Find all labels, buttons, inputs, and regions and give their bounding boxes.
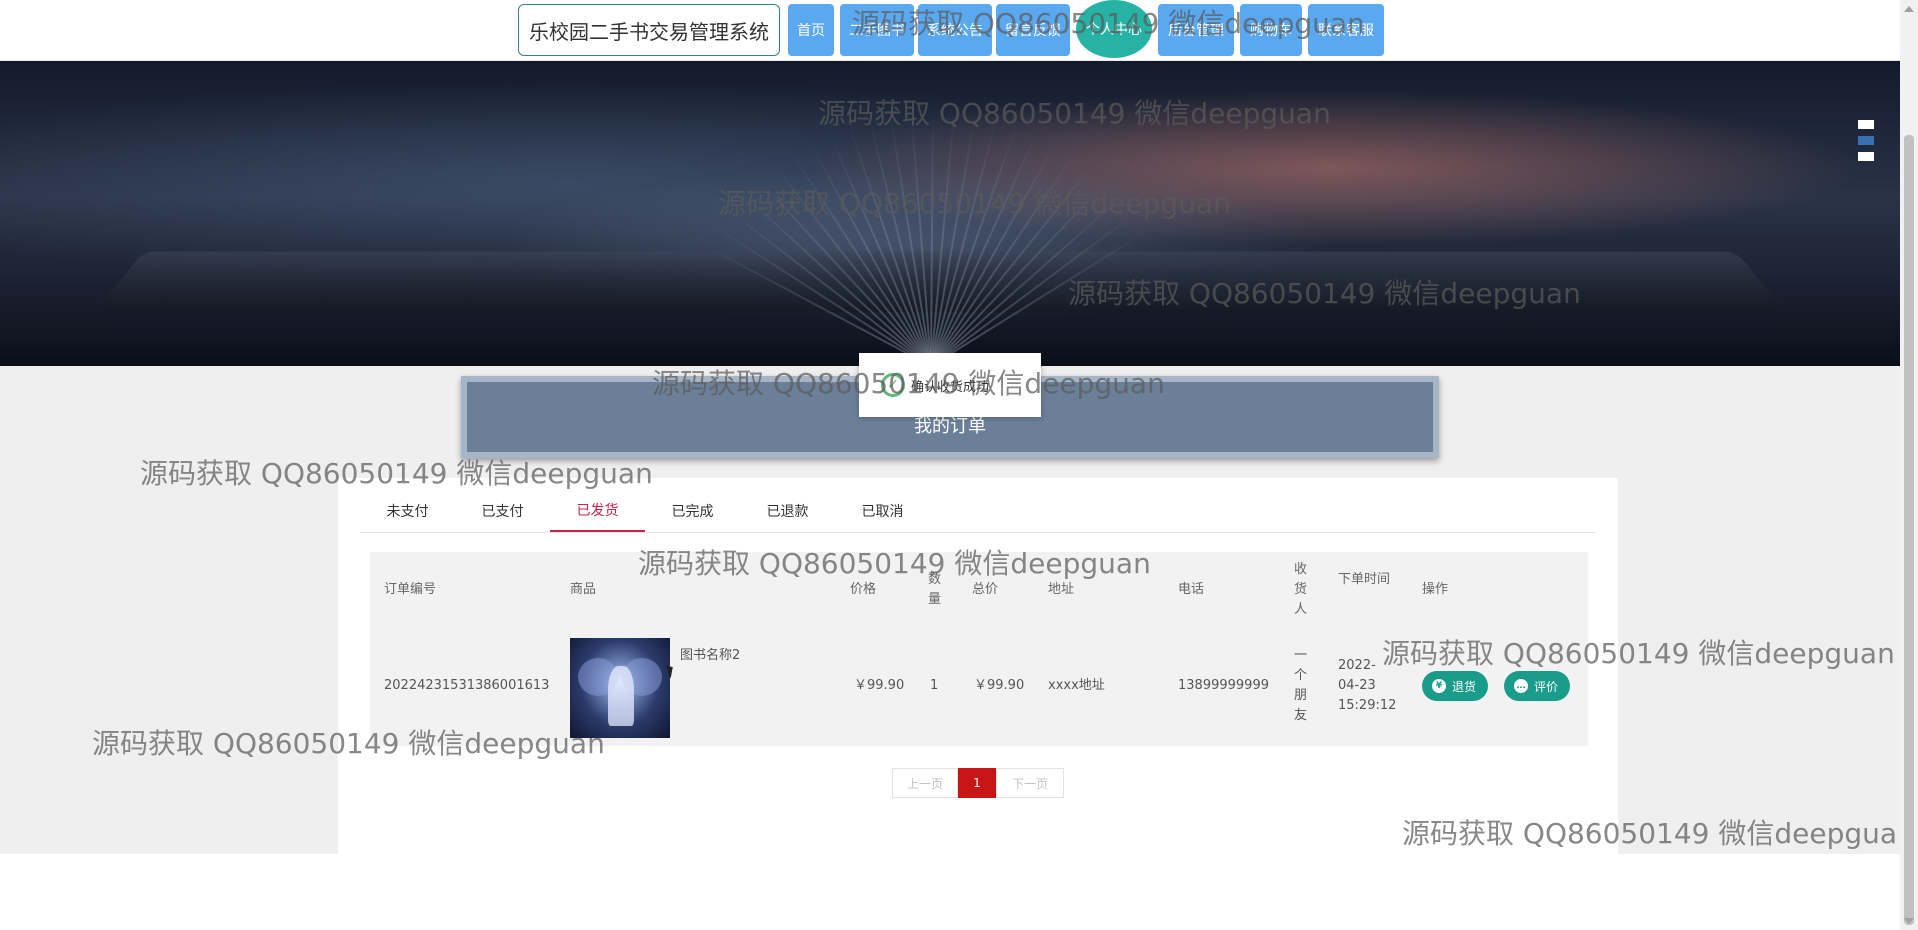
col-price: 价格 xyxy=(850,580,876,600)
prev-page-button[interactable]: 上一页 xyxy=(892,768,958,798)
nav-announcements[interactable]: 系统公告 xyxy=(918,4,992,56)
page-scrollbar[interactable] xyxy=(1900,0,1918,930)
nav-customer-service[interactable]: 联系客服 xyxy=(1308,4,1384,56)
check-circle-icon: ✓ xyxy=(881,373,905,397)
scroll-down-icon[interactable] xyxy=(1904,918,1914,924)
nav-feedback[interactable]: 留言反馈 xyxy=(996,4,1070,56)
review-button[interactable]: … 评价 xyxy=(1504,671,1570,701)
cell-product-name[interactable]: 图书名称2 xyxy=(680,646,740,666)
comment-icon: … xyxy=(1514,679,1528,693)
scroll-thumb[interactable] xyxy=(1904,135,1914,925)
cell-qty: 1 xyxy=(930,676,938,696)
cell-order-no: 20224231531386001613 xyxy=(384,676,549,696)
nav-admin[interactable]: 后台管理 xyxy=(1158,4,1234,56)
site-brand[interactable]: 乐校园二手书交易管理系统 xyxy=(518,4,780,56)
tab-unpaid[interactable]: 未支付 xyxy=(360,490,455,532)
nav-books[interactable]: 二手图书 xyxy=(840,4,914,56)
col-order-time: 下单时间 xyxy=(1338,570,1390,590)
col-order-no: 订单编号 xyxy=(384,580,436,600)
cell-phone: 13899999999 xyxy=(1178,676,1269,696)
next-page-button[interactable]: 下一页 xyxy=(996,768,1064,798)
refund-button[interactable]: ¥ 退货 xyxy=(1422,671,1488,701)
page-1-button[interactable]: 1 xyxy=(958,768,996,798)
cell-price: ￥99.90 xyxy=(854,676,904,696)
cell-total: ￥99.90 xyxy=(974,676,1024,696)
top-navbar: 乐校园二手书交易管理系统 首页 二手图书 系统公告 留言反馈 个人中心 后台管理… xyxy=(0,0,1900,61)
nav-personal-center[interactable]: 个人中心 xyxy=(1076,0,1152,58)
tab-paid[interactable]: 已支付 xyxy=(455,490,550,532)
col-receiver: 收货人 xyxy=(1294,560,1310,620)
tab-refunded[interactable]: 已退款 xyxy=(740,490,835,532)
col-qty: 数量 xyxy=(928,570,944,610)
carousel-dot[interactable] xyxy=(1858,120,1874,129)
tab-cancelled[interactable]: 已取消 xyxy=(835,490,930,532)
order-status-tabs: 未支付 已支付 已发货 已完成 已退款 已取消 xyxy=(360,490,1596,533)
carousel-dot[interactable] xyxy=(1858,152,1874,161)
product-thumbnail[interactable] xyxy=(570,638,670,738)
orders-panel: 未支付 已支付 已发货 已完成 已退款 已取消 订单编号 商品 价格 数量 总价… xyxy=(338,478,1618,854)
orders-table: 订单编号 商品 价格 数量 总价 地址 电话 收货人 下单时间 操作 20224… xyxy=(370,552,1588,746)
col-address: 地址 xyxy=(1048,580,1074,600)
carousel-dot-active[interactable] xyxy=(1858,136,1874,145)
tab-completed[interactable]: 已完成 xyxy=(645,490,740,532)
carousel-indicators[interactable] xyxy=(1858,120,1874,168)
col-phone: 电话 xyxy=(1178,580,1204,600)
tab-shipped[interactable]: 已发货 xyxy=(550,490,645,532)
scroll-up-icon[interactable] xyxy=(1904,6,1914,12)
nav-home[interactable]: 首页 xyxy=(788,4,834,56)
yen-icon: ¥ xyxy=(1432,679,1446,693)
col-actions: 操作 xyxy=(1422,580,1448,600)
success-toast: ✓ 确认收货成功 xyxy=(859,353,1041,417)
col-product: 商品 xyxy=(570,580,596,600)
pagination: 上一页 1 下一页 xyxy=(892,768,1064,798)
cell-receiver: 一个朋友 xyxy=(1294,646,1310,726)
col-total: 总价 xyxy=(972,580,998,600)
banner-page-fold xyxy=(930,121,1019,366)
cell-address: xxxx地址 xyxy=(1048,676,1105,696)
hero-banner xyxy=(0,61,1900,366)
nav-cart[interactable]: 购物车 xyxy=(1240,4,1302,56)
toast-message: 确认收货成功 xyxy=(911,376,989,395)
cell-order-time: 2022-04-23 15:29:12 xyxy=(1338,656,1394,716)
